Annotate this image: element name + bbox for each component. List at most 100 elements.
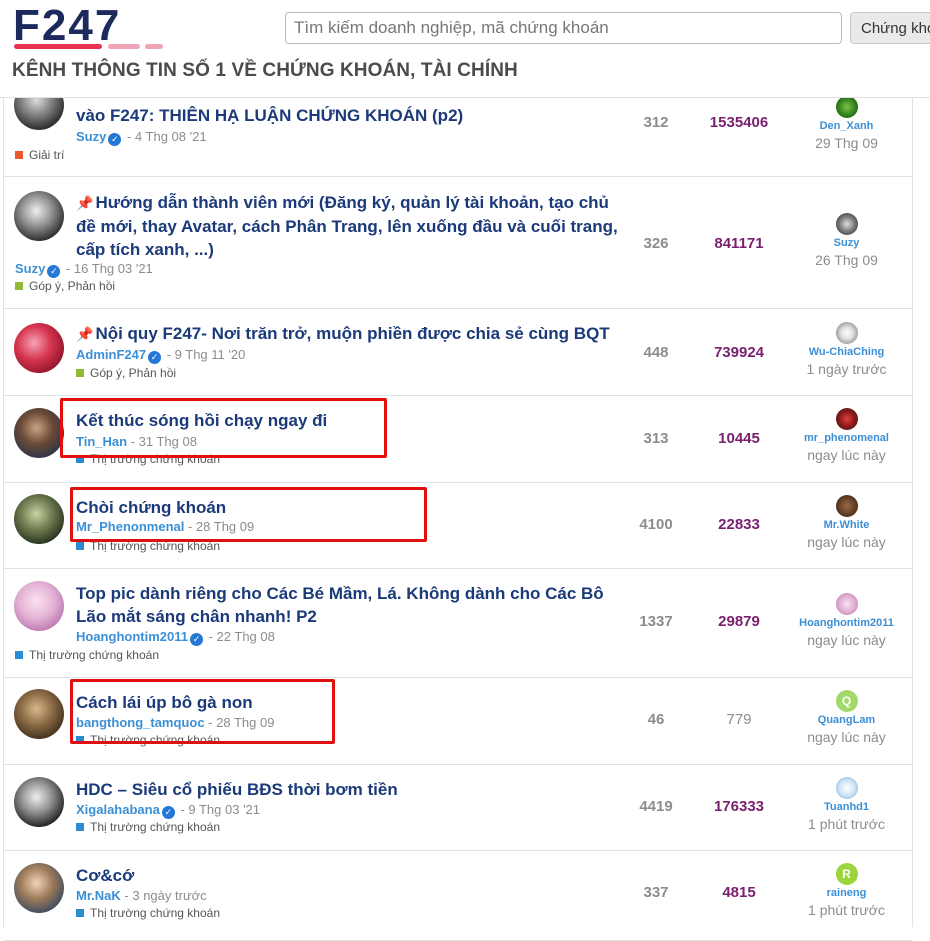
forum-tag[interactable]: Thị trường chứng khoán (15, 648, 159, 662)
view-count: 841171 (714, 235, 764, 252)
author-avatar[interactable] (14, 191, 64, 241)
reply-count: 337 (643, 884, 669, 901)
forum-tag[interactable]: Thị trường chứng khoán (76, 820, 220, 834)
reply-count: 312 (643, 114, 669, 131)
highlight-box (70, 679, 335, 744)
topic-row[interactable]: Cơ&cớ Mr.NaK - 3 ngày trước Thị trường c… (4, 851, 912, 941)
last-post-time[interactable]: 1 ngày trước (779, 361, 914, 377)
topic-meta: Xigalahabana ✓ - 9 Thg 03 '21 (76, 802, 260, 819)
reply-count: 448 (643, 344, 669, 361)
last-post[interactable]: Mr.White ngay lúc này (779, 495, 914, 550)
topic-title[interactable]: Cơ&cớ (76, 864, 626, 887)
topic-row[interactable]: 📌 Hướng dẫn thành viên mới (Đăng ký, quản… (4, 177, 912, 309)
forum-color-icon (76, 909, 84, 917)
last-user-avatar[interactable] (835, 777, 858, 799)
topic-title[interactable]: vào F247: THIÊN HẠ LUẬN CHỨNG KHOÁN (p2) (76, 104, 626, 127)
search-input[interactable] (285, 12, 842, 44)
topic-row[interactable]: 📌 Nội quy F247- Nơi trăn trở, muộn phiền … (4, 309, 912, 396)
view-count: 739924 (713, 344, 765, 361)
last-user-name[interactable]: raineng (779, 887, 914, 899)
author-name[interactable]: Mr.NaK (76, 888, 121, 903)
forum-tag[interactable]: Giải trí (15, 148, 64, 162)
last-post[interactable]: Tuanhd1 1 phút trước (779, 777, 914, 832)
forum-tag[interactable]: Góp ý, Phản hồi (15, 279, 115, 293)
last-user-name[interactable]: QuangLam (779, 714, 914, 726)
last-post[interactable]: mr_phenomenal ngay lúc này (779, 408, 914, 463)
topic-title[interactable]: 📌 Nội quy F247- Nơi trăn trở, muộn phiền … (76, 322, 626, 346)
verified-icon: ✓ (161, 806, 175, 819)
author-avatar[interactable] (14, 777, 64, 827)
verified-icon: ✓ (108, 133, 122, 146)
last-post[interactable]: Suzy 26 Thg 09 (779, 213, 914, 268)
topic-date: - 22 Thg 08 (208, 629, 275, 644)
last-user-avatar[interactable] (835, 213, 858, 235)
last-user-name[interactable]: mr_phenomenal (779, 432, 914, 444)
topic-meta: Suzy ✓ - 4 Thg 08 '21 (76, 129, 207, 146)
last-user-avatar[interactable] (835, 495, 858, 517)
topic-date: - 9 Thg 11 '20 (166, 347, 246, 362)
last-post-time[interactable]: ngay lúc này (779, 729, 914, 745)
author-avatar[interactable] (14, 863, 64, 913)
last-post-time[interactable]: ngay lúc này (779, 534, 914, 550)
f247-logo[interactable]: F247 (13, 1, 183, 52)
author-avatar[interactable] (14, 323, 64, 373)
last-post-time[interactable]: ngay lúc này (779, 632, 914, 648)
forum-color-icon (76, 823, 84, 831)
view-count: 10445 (718, 430, 760, 447)
topic-date: - 16 Thg 03 '21 (65, 261, 153, 276)
author-name[interactable]: Hoanghontim2011 (76, 629, 188, 644)
topic-row[interactable]: HDC – Siêu cổ phiếu BĐS thời bơm tiền Xi… (4, 765, 912, 851)
last-post-time[interactable]: 29 Thg 09 (779, 135, 914, 151)
reply-count: 313 (643, 430, 669, 447)
topic-title[interactable]: Top pic dành riêng cho Các Bé Mầm, Lá. K… (76, 582, 626, 628)
view-count: 779 (726, 711, 752, 728)
reply-count: 46 (647, 711, 665, 728)
topic-title[interactable]: HDC – Siêu cổ phiếu BĐS thời bơm tiền (76, 778, 626, 801)
last-post-time[interactable]: 1 phút trước (779, 816, 914, 832)
last-post-time[interactable]: 26 Thg 09 (779, 252, 914, 268)
reply-count: 4100 (639, 516, 673, 533)
author-name[interactable]: AdminF247 (76, 347, 146, 362)
last-post-time[interactable]: ngay lúc này (779, 447, 914, 463)
last-post[interactable]: Hoanghontim2011 ngay lúc này (779, 593, 914, 648)
pin-icon: 📌 (76, 326, 94, 342)
last-user-avatar[interactable] (835, 593, 858, 615)
last-user-avatar[interactable] (835, 408, 858, 430)
last-post-time[interactable]: 1 phút trước (779, 902, 914, 918)
author-avatar[interactable] (14, 494, 64, 544)
svg-text:F247: F247 (13, 6, 121, 50)
last-user-name[interactable]: Den_Xanh (779, 120, 914, 132)
last-user-avatar[interactable]: Q (835, 690, 858, 712)
author-avatar[interactable] (14, 581, 64, 631)
author-name[interactable]: Suzy (15, 261, 45, 276)
last-user-avatar[interactable] (835, 322, 858, 344)
forum-tag[interactable]: Góp ý, Phản hồi (76, 366, 176, 380)
last-user-avatar[interactable] (835, 96, 858, 118)
reply-count: 1337 (639, 613, 673, 630)
forum-tag[interactable]: Thị trường chứng khoán (76, 906, 220, 920)
last-user-name[interactable]: Hoanghontim2011 (779, 617, 914, 629)
highlight-box (60, 398, 387, 458)
forum-color-icon (76, 369, 84, 377)
last-post[interactable]: Wu-ChiaChing 1 ngày trước (779, 322, 914, 377)
topic-row[interactable]: Top pic dành riêng cho Các Bé Mầm, Lá. K… (4, 569, 912, 678)
last-post[interactable]: Den_Xanh 29 Thg 09 (779, 96, 914, 151)
last-post[interactable]: Q QuangLam ngay lúc này (779, 690, 914, 745)
site-header: F247 KÊNH THÔNG TIN SỐ 1 VỀ CHỨNG KHOÁN,… (0, 0, 930, 98)
forum-color-icon (76, 542, 84, 550)
topic-meta: Hoanghontim2011 ✓ - 22 Thg 08 (76, 629, 275, 646)
last-user-avatar[interactable]: R (835, 863, 858, 885)
author-name[interactable]: Suzy (76, 129, 106, 144)
last-post[interactable]: R raineng 1 phút trước (779, 863, 914, 918)
author-name[interactable]: Xigalahabana (76, 802, 160, 817)
view-count: 4815 (722, 884, 756, 901)
last-user-name[interactable]: Suzy (779, 237, 914, 249)
last-user-name[interactable]: Wu-ChiaChing (779, 346, 914, 358)
last-user-name[interactable]: Tuanhd1 (779, 801, 914, 813)
topic-list: vào F247: THIÊN HẠ LUẬN CHỨNG KHOÁN (p2)… (3, 0, 914, 941)
last-user-name[interactable]: Mr.White (779, 519, 914, 531)
author-avatar[interactable] (14, 408, 64, 458)
stock-search-button[interactable]: Chứng khoán (850, 12, 930, 44)
author-avatar[interactable] (14, 689, 64, 739)
topic-title[interactable]: 📌 Hướng dẫn thành viên mới (Đăng ký, quản… (76, 191, 626, 261)
